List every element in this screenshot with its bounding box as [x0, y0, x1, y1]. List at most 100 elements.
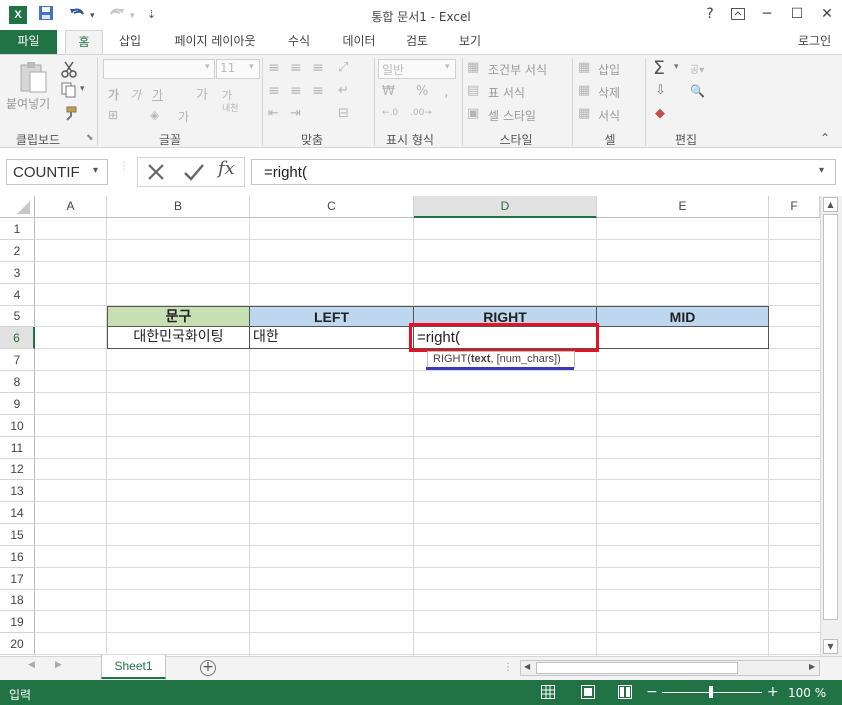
data-cell-b6[interactable]: 대한민국화이팅	[107, 327, 250, 349]
row-header-7[interactable]: 7	[0, 349, 35, 371]
ribbon-display-button[interactable]	[723, 3, 753, 25]
row-header-11[interactable]: 11	[0, 437, 35, 459]
column-header-b[interactable]: B	[107, 196, 250, 218]
row-header-1[interactable]: 1	[0, 218, 35, 240]
row-header-17[interactable]: 17	[0, 568, 35, 590]
normal-view-icon[interactable]	[541, 685, 555, 702]
maximize-button[interactable]: ☐	[782, 3, 812, 25]
worksheet-grid[interactable]	[0, 196, 842, 656]
copy-icon[interactable]	[60, 82, 78, 101]
tab-insert[interactable]: 삽입	[110, 30, 150, 54]
tab-file[interactable]: 파일	[0, 30, 57, 54]
format-painter-icon[interactable]	[62, 106, 78, 125]
row-header-14[interactable]: 14	[0, 502, 35, 524]
sheet-tab-sheet1[interactable]: Sheet1	[101, 655, 166, 679]
paste-icon[interactable]	[16, 60, 50, 97]
row-header-19[interactable]: 19	[0, 611, 35, 633]
scroll-down-button[interactable]: ▼	[823, 639, 838, 654]
column-header-e[interactable]: E	[597, 196, 769, 218]
row-header-3[interactable]: 3	[0, 262, 35, 284]
row-header-12[interactable]: 12	[0, 458, 35, 480]
row-header-6[interactable]: 6	[0, 327, 35, 349]
next-sheet-icon[interactable]: ▶	[55, 660, 62, 670]
currency-icon: ₩	[382, 84, 395, 99]
column-header-c[interactable]: C	[250, 196, 414, 218]
alignment-group-label: 맞춤	[300, 133, 324, 147]
row-header-4[interactable]: 4	[0, 284, 35, 306]
row-header-5[interactable]: 5	[0, 305, 35, 327]
page-layout-view-icon[interactable]	[581, 685, 595, 702]
zoom-slider-thumb[interactable]	[709, 686, 713, 698]
copy-dropdown-icon[interactable]: ▾	[80, 84, 85, 94]
cancel-entry-icon[interactable]	[146, 162, 166, 185]
insert-cells-button: 삽입	[598, 63, 621, 77]
zoom-in-button[interactable]: +	[767, 684, 779, 700]
row-header-2[interactable]: 2	[0, 240, 35, 262]
scroll-right-button[interactable]: ▶	[809, 662, 815, 671]
data-cell-e6[interactable]	[597, 327, 769, 349]
row-header-20[interactable]: 20	[0, 633, 35, 655]
autosum-icon[interactable]: Σ	[653, 57, 665, 79]
row-header-16[interactable]: 16	[0, 546, 35, 568]
function-tooltip[interactable]: RIGHT(text, [num_chars])	[427, 351, 575, 368]
help-button[interactable]: ?	[695, 3, 725, 25]
page-break-view-icon[interactable]	[618, 685, 632, 702]
row-header-15[interactable]: 15	[0, 524, 35, 546]
tooltip-function: RIGHT(	[433, 353, 471, 365]
name-box-dropdown-icon[interactable]: ▾	[93, 165, 98, 176]
header-cell-e5[interactable]: MID	[597, 306, 769, 327]
horizontal-scroll-thumb[interactable]	[536, 662, 738, 674]
clear-icon[interactable]: ◆	[655, 106, 665, 121]
clipboard-launcher-icon[interactable]: ⬊	[86, 133, 94, 143]
row-header-13[interactable]: 13	[0, 480, 35, 502]
close-button[interactable]: ✕	[812, 3, 842, 25]
bold-icon: 가	[108, 88, 120, 102]
header-cell-c5[interactable]: LEFT	[250, 306, 414, 327]
zoom-level[interactable]: 100 %	[788, 686, 826, 700]
row-header-18[interactable]: 18	[0, 589, 35, 611]
row-header-9[interactable]: 9	[0, 393, 35, 415]
select-all-corner[interactable]	[0, 196, 35, 218]
paste-label[interactable]: 붙여넣기	[6, 95, 50, 112]
row-gridline	[35, 283, 820, 284]
zoom-out-button[interactable]: −	[646, 684, 658, 700]
format-as-table-icon: ▤	[467, 83, 480, 98]
tooltip-rest: , [num_chars])	[490, 353, 561, 365]
column-header-a[interactable]: A	[35, 196, 107, 218]
tab-split-handle-icon[interactable]: ⋮	[503, 663, 513, 673]
vertical-scroll-thumb[interactable]	[823, 214, 838, 620]
tooltip-current-arg: text	[470, 353, 491, 365]
tab-formulas[interactable]: 수식	[279, 30, 319, 54]
align-left-icon: ≡	[268, 83, 280, 99]
col-gridline	[596, 218, 597, 656]
formula-input[interactable]: =right(	[251, 159, 836, 185]
scroll-up-button[interactable]: ▲	[823, 197, 838, 212]
prev-sheet-icon[interactable]: ◀	[28, 660, 35, 670]
tab-data[interactable]: 데이터	[334, 30, 384, 54]
row-header-10[interactable]: 10	[0, 415, 35, 437]
header-cell-b5[interactable]: 문구	[107, 306, 250, 327]
formula-bar-grip-icon: ⋮	[119, 161, 129, 172]
cells-group-label: 셀	[604, 133, 616, 147]
new-sheet-button[interactable]: +	[200, 660, 216, 676]
tab-home[interactable]: 홈	[65, 30, 103, 55]
cut-icon[interactable]	[60, 60, 78, 81]
tab-view[interactable]: 보기	[450, 30, 490, 54]
row-gridline	[35, 545, 820, 546]
minimize-button[interactable]: ─	[752, 3, 782, 25]
tab-page-layout[interactable]: 페이지 레이아웃	[165, 30, 265, 54]
expand-formula-bar-icon[interactable]: ▾	[819, 165, 824, 176]
column-header-f[interactable]: F	[769, 196, 820, 218]
row-gridline	[35, 523, 820, 524]
data-cell-c6[interactable]: 대한	[250, 327, 414, 349]
fill-icon[interactable]: ⇩	[655, 83, 666, 98]
scroll-left-button[interactable]: ◀	[524, 662, 530, 671]
login-link[interactable]: 로그인	[798, 30, 842, 54]
row-header-8[interactable]: 8	[0, 371, 35, 393]
collapse-ribbon-icon[interactable]: ⌃	[820, 131, 830, 145]
insert-function-icon[interactable]: fx	[218, 158, 235, 179]
autosum-dropdown-icon[interactable]: ▾	[674, 62, 679, 72]
tab-review[interactable]: 검토	[397, 30, 437, 54]
column-header-d[interactable]: D	[414, 196, 597, 218]
confirm-entry-icon[interactable]	[183, 162, 205, 185]
